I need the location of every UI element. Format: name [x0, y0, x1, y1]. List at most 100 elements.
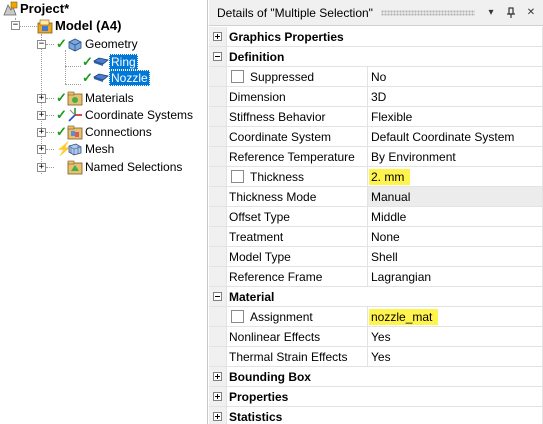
project-label: Project* [20, 1, 70, 16]
coordinate-systems-icon [67, 107, 83, 123]
property-row-offset-type[interactable]: Offset Type Middle [209, 207, 543, 227]
property-value[interactable]: Yes [368, 327, 543, 346]
property-row-reference-frame[interactable]: Reference Frame Lagrangian [209, 267, 543, 287]
property-key: Thermal Strain Effects [227, 347, 368, 366]
property-key: Assignment [250, 309, 313, 324]
model-collapse-toggle[interactable]: − [11, 21, 20, 30]
status-ok-icon: ✓ [56, 107, 67, 122]
property-key: Thickness [250, 169, 305, 184]
parameter-checkbox[interactable] [231, 170, 244, 183]
section-material[interactable]: Material [209, 287, 543, 307]
tree-node-project[interactable]: Project* [2, 0, 71, 18]
property-row-assignment[interactable]: Assignment nozzle_mat [209, 307, 543, 327]
expand-icon[interactable] [213, 392, 222, 401]
named-selections-expand-toggle[interactable]: + [37, 163, 46, 172]
mesh-label: Mesh [85, 142, 115, 156]
tree-node-materials[interactable]: ✓ Materials [56, 89, 136, 107]
surface-body-icon [93, 70, 109, 86]
property-value[interactable]: 3D [368, 87, 543, 106]
property-row-model-type[interactable]: Model Type Shell [209, 247, 543, 267]
expand-icon[interactable] [213, 32, 222, 41]
tree-node-named-selections[interactable]: Named Selections [67, 158, 184, 176]
property-value[interactable]: Default Coordinate System [368, 127, 543, 146]
property-key: Thickness Mode [227, 187, 368, 206]
property-key: Reference Frame [227, 267, 368, 286]
property-value-highlighted[interactable]: 2. mm [369, 168, 411, 185]
expand-icon[interactable] [213, 412, 222, 421]
property-value[interactable]: No [368, 67, 543, 86]
property-row-reference-temperature[interactable]: Reference Temperature By Environment [209, 147, 543, 167]
property-row-dimension[interactable]: Dimension 3D [209, 87, 543, 107]
section-label: Statistics [229, 409, 283, 424]
coordinate-systems-expand-toggle[interactable]: + [37, 111, 46, 120]
details-title: Details of "Multiple Selection" [217, 5, 373, 20]
ring-label: Ring [109, 54, 138, 70]
collapse-icon[interactable] [213, 52, 222, 61]
parameter-checkbox[interactable] [231, 70, 244, 83]
property-row-thickness-mode[interactable]: Thickness Mode Manual [209, 187, 543, 207]
property-value[interactable]: By Environment [368, 147, 543, 166]
property-key: Model Type [227, 247, 368, 266]
section-label: Graphics Properties [229, 29, 344, 44]
tree-node-mesh[interactable]: ⚡ Mesh [56, 140, 116, 158]
geometry-icon [67, 36, 83, 52]
section-label: Material [229, 289, 275, 304]
property-row-treatment[interactable]: Treatment None [209, 227, 543, 247]
property-row-suppressed[interactable]: Suppressed No [209, 67, 543, 87]
materials-label: Materials [85, 91, 134, 105]
connections-icon [67, 124, 83, 140]
connections-label: Connections [85, 125, 152, 139]
tree-node-coordinate-systems[interactable]: ✓ Coordinate Systems [56, 106, 195, 124]
property-row-nonlinear-effects[interactable]: Nonlinear Effects Yes [209, 327, 543, 347]
parameter-checkbox[interactable] [231, 310, 244, 323]
project-icon [2, 1, 18, 17]
title-grip[interactable] [380, 9, 475, 16]
section-graphics-properties[interactable]: Graphics Properties [209, 27, 543, 47]
property-value[interactable]: None [368, 227, 543, 246]
tree-node-model[interactable]: Model (A4) [37, 17, 123, 35]
details-grid: Graphics Properties Definition Suppresse… [209, 27, 543, 424]
model-label: Model (A4) [55, 18, 122, 33]
tree-node-nozzle[interactable]: ✓ Nozzle [82, 69, 150, 87]
named-selections-icon [67, 159, 83, 175]
expand-icon[interactable] [213, 372, 222, 381]
project-tree: Project* − Model (A4) − ✓ Geometry ✓ Rin… [0, 0, 208, 424]
property-key: Suppressed [250, 69, 315, 84]
property-key: Dimension [227, 87, 368, 106]
tree-node-geometry[interactable]: ✓ Geometry [56, 35, 140, 53]
property-row-coordinate-system[interactable]: Coordinate System Default Coordinate Sys… [209, 127, 543, 147]
property-value[interactable]: Middle [368, 207, 543, 226]
section-definition[interactable]: Definition [209, 47, 543, 67]
nozzle-label: Nozzle [109, 70, 150, 86]
dropdown-arrow-icon[interactable]: ▾ [483, 5, 499, 21]
property-row-thermal-strain-effects[interactable]: Thermal Strain Effects Yes [209, 347, 543, 367]
property-value[interactable]: Flexible [368, 107, 543, 126]
property-value: Manual [368, 187, 543, 206]
mesh-icon [67, 141, 83, 157]
tree-node-connections[interactable]: ✓ Connections [56, 123, 154, 141]
details-title-bar: Details of "Multiple Selection" ▾ ✕ [209, 0, 543, 26]
property-row-stiffness-behavior[interactable]: Stiffness Behavior Flexible [209, 107, 543, 127]
connections-expand-toggle[interactable]: + [37, 128, 46, 137]
geometry-collapse-toggle[interactable]: − [37, 40, 46, 49]
status-ok-icon: ✓ [82, 54, 93, 69]
section-label: Properties [229, 389, 289, 404]
status-ok-icon: ✓ [56, 36, 67, 51]
section-statistics[interactable]: Statistics [209, 407, 543, 424]
status-lightning-icon: ⚡ [56, 141, 73, 156]
close-icon[interactable]: ✕ [523, 5, 539, 21]
named-selections-label: Named Selections [85, 160, 183, 174]
property-key: Coordinate System [227, 127, 368, 146]
property-value[interactable]: Shell [368, 247, 543, 266]
materials-expand-toggle[interactable]: + [37, 94, 46, 103]
materials-icon [67, 90, 83, 106]
section-properties[interactable]: Properties [209, 387, 543, 407]
property-value[interactable]: Yes [368, 347, 543, 366]
property-row-thickness[interactable]: Thickness 2. mm [209, 167, 543, 187]
property-value[interactable]: Lagrangian [368, 267, 543, 286]
mesh-expand-toggle[interactable]: + [37, 145, 46, 154]
pin-icon[interactable] [503, 5, 519, 21]
property-value-highlighted[interactable]: nozzle_mat [369, 308, 439, 325]
collapse-icon[interactable] [213, 292, 222, 301]
section-bounding-box[interactable]: Bounding Box [209, 367, 543, 387]
